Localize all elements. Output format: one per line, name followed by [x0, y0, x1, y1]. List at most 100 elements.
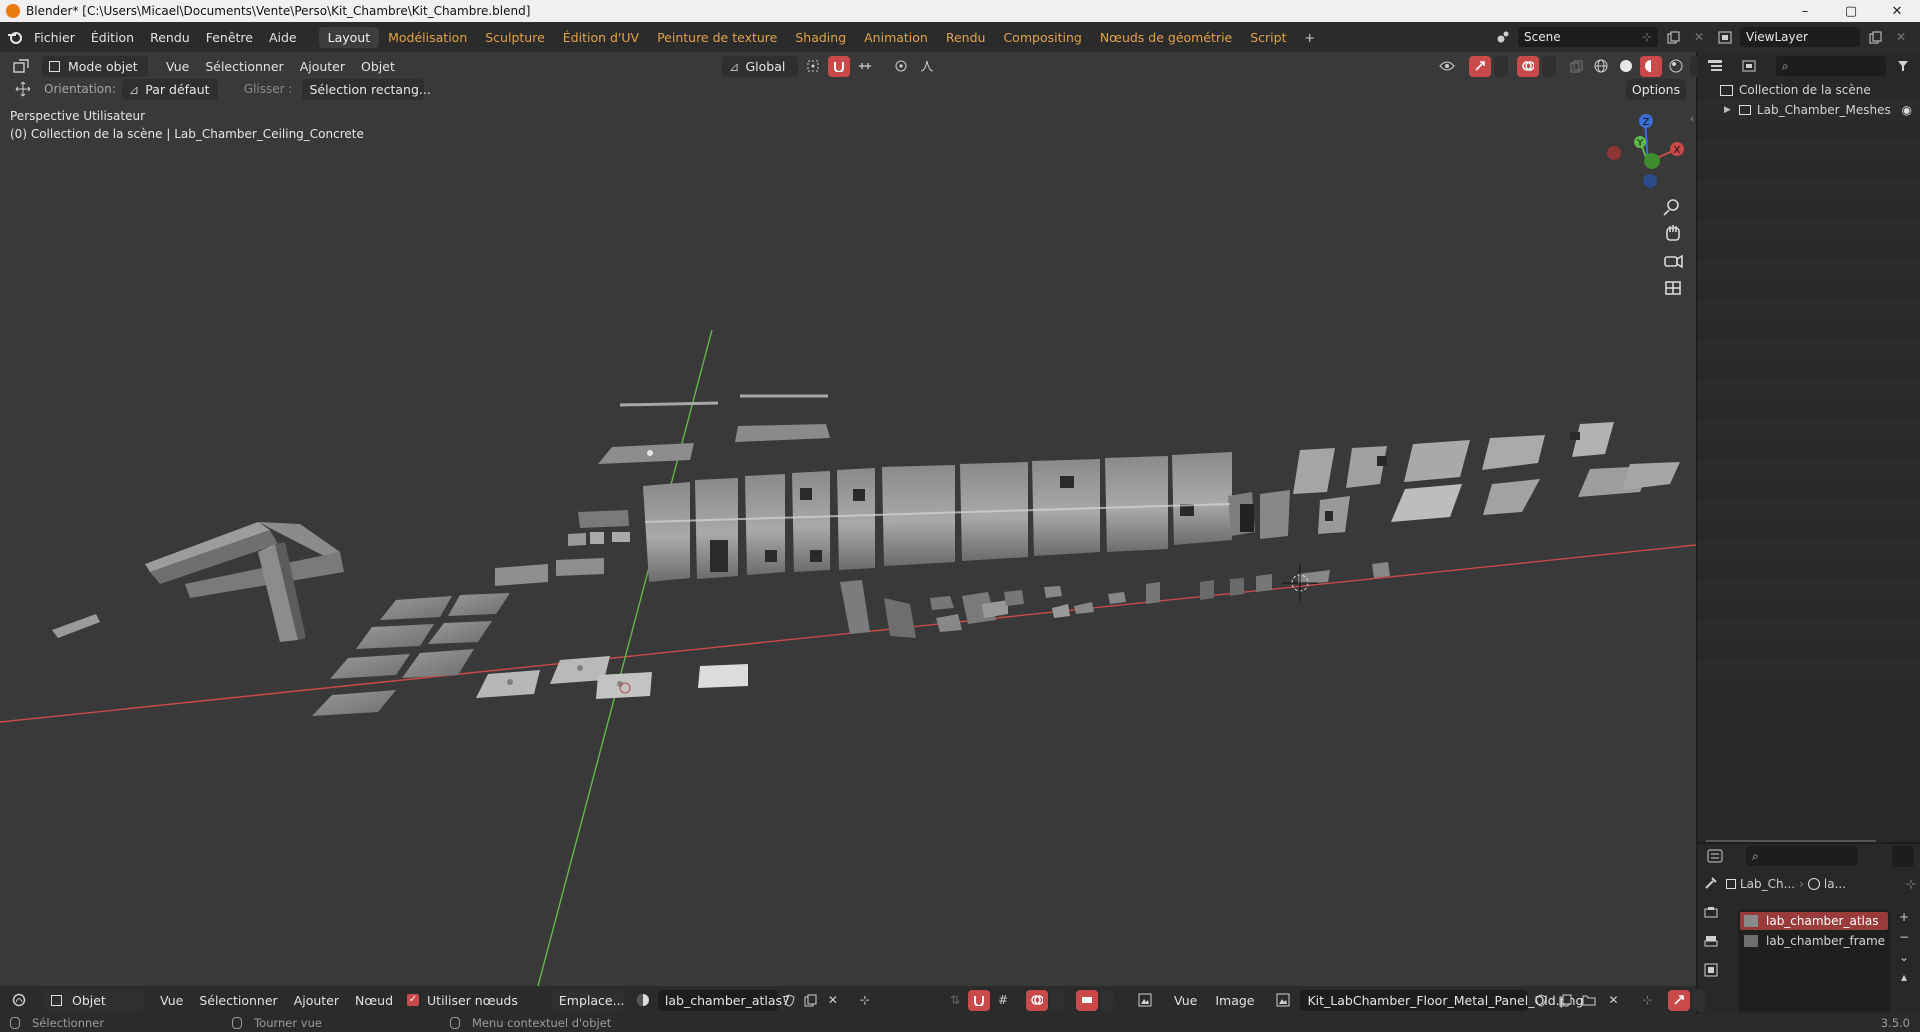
- proportional-editing-icon[interactable]: [890, 56, 912, 77]
- add-slot-button[interactable]: +: [1899, 910, 1909, 924]
- filter-icon[interactable]: [1892, 56, 1914, 77]
- properties-editor-icon[interactable]: [1704, 846, 1726, 867]
- render-tab-icon[interactable]: [1700, 901, 1722, 922]
- view-layer-tab-icon[interactable]: [1700, 959, 1722, 980]
- display-mode-icon[interactable]: [1738, 56, 1760, 77]
- 3d-viewport[interactable]: X Y Z ‹ Perspective Utilisateur (0) Coll…: [0, 52, 1696, 986]
- minimize-button[interactable]: –: [1782, 4, 1828, 19]
- breadcrumb-material[interactable]: la...: [1824, 877, 1846, 891]
- snap-toggle-icon[interactable]: [828, 55, 850, 77]
- prop-meshes[interactable]: [840, 562, 1390, 638]
- orientation-selector[interactable]: ⊿ Par défaut: [121, 78, 218, 100]
- properties-search-field[interactable]: ⌕: [1746, 846, 1858, 866]
- navigation-gizmo[interactable]: X Y Z: [1607, 114, 1684, 188]
- tab-scripting[interactable]: Script: [1241, 27, 1295, 48]
- node-menu-add[interactable]: Ajouter: [286, 993, 347, 1008]
- visibility-selectability-icon[interactable]: [1436, 56, 1458, 77]
- tab-sculpting[interactable]: Sculpture: [476, 27, 554, 48]
- ortho-grid-icon[interactable]: [1665, 281, 1681, 295]
- rendered-shading-icon[interactable]: [1665, 56, 1687, 77]
- uv-overlays-dropdown-icon[interactable]: [1050, 989, 1064, 1011]
- menu-help[interactable]: Aide: [261, 30, 305, 45]
- remove-slot-button[interactable]: −: [1899, 930, 1909, 944]
- sidebar-toggle-icon[interactable]: ‹: [1690, 112, 1694, 125]
- menu-file[interactable]: Fichier: [26, 30, 83, 45]
- maximize-button[interactable]: ▢: [1828, 4, 1874, 19]
- tab-animation[interactable]: Animation: [855, 27, 937, 48]
- viewport-menu-object[interactable]: Objet: [353, 59, 403, 74]
- zoom-icon[interactable]: [1663, 199, 1679, 216]
- wireframe-shading-icon[interactable]: [1590, 56, 1612, 77]
- uv-overlays-icon[interactable]: [1026, 989, 1048, 1011]
- expand-arrow-icon[interactable]: ▶: [1724, 105, 1731, 115]
- uv-snap-target-icon[interactable]: #: [992, 990, 1014, 1011]
- move-slot-up-button[interactable]: ▴: [1901, 970, 1907, 984]
- image-menu-view[interactable]: Vue: [1166, 993, 1205, 1008]
- snap-target-icon[interactable]: [854, 56, 876, 77]
- tab-texture-paint[interactable]: Peinture de texture: [648, 27, 786, 48]
- image-browse-icon[interactable]: [1272, 990, 1294, 1011]
- breadcrumb-object[interactable]: Lab_Ch...: [1740, 877, 1795, 891]
- tab-uv-editing[interactable]: Édition d'UV: [554, 27, 648, 48]
- tab-compositing[interactable]: Compositing: [994, 27, 1090, 48]
- camera-view-icon[interactable]: [1664, 254, 1683, 269]
- tool-tab-icon[interactable]: [1700, 872, 1722, 893]
- menu-render[interactable]: Rendu: [142, 30, 198, 45]
- gizmo-dropdown-icon[interactable]: [1692, 989, 1707, 1011]
- slot-menu-button[interactable]: ⌄: [1899, 950, 1909, 964]
- slot-selector[interactable]: Emplace...: [551, 989, 625, 1011]
- 3d-cursor[interactable]: [1282, 565, 1318, 601]
- use-nodes-checkbox[interactable]: ✓: [407, 994, 420, 1006]
- eye-visibility-icon[interactable]: ◉: [1902, 103, 1912, 117]
- drag-selector[interactable]: Sélection rectang...: [302, 78, 431, 100]
- material-slot-item[interactable]: lab_chamber_frame: [1740, 932, 1888, 950]
- xray-toggle-icon[interactable]: [1565, 56, 1587, 77]
- blender-menu-icon[interactable]: [4, 27, 26, 48]
- material-preview-shading-icon[interactable]: [1640, 55, 1662, 77]
- add-workspace-button[interactable]: +: [1296, 27, 1324, 48]
- node-menu-view[interactable]: Vue: [152, 993, 191, 1008]
- uv-sync-icon[interactable]: ⇅: [944, 990, 966, 1011]
- open-image-icon[interactable]: [1578, 990, 1600, 1011]
- outliner-editor-icon[interactable]: [1704, 56, 1726, 77]
- new-view-layer-icon[interactable]: [1864, 27, 1886, 48]
- viewport-menu-view[interactable]: Vue: [158, 59, 197, 74]
- new-scene-icon[interactable]: [1662, 27, 1684, 48]
- tab-modeling[interactable]: Modélisation: [379, 27, 476, 48]
- new-image-icon[interactable]: [1554, 990, 1576, 1011]
- pin-icon[interactable]: ⊹: [854, 990, 876, 1011]
- image-menu-image[interactable]: Image: [1207, 993, 1262, 1008]
- material-slot-item[interactable]: lab_chamber_atlas: [1740, 912, 1888, 930]
- tab-rendering[interactable]: Rendu: [937, 27, 995, 48]
- menu-window[interactable]: Fenêtre: [198, 30, 261, 45]
- duplicate-material-icon[interactable]: [800, 990, 822, 1011]
- unlink-material-icon[interactable]: ✕: [822, 990, 844, 1011]
- pin-icon[interactable]: ⊹: [1642, 30, 1652, 44]
- uv-display-icon[interactable]: [1076, 989, 1098, 1011]
- show-gizmo-icon[interactable]: [1469, 55, 1491, 77]
- outliner-search-field[interactable]: ⌕: [1776, 56, 1886, 76]
- unlink-image-icon[interactable]: ✕: [1602, 990, 1624, 1011]
- image-editor-type-icon[interactable]: [1134, 990, 1156, 1011]
- scene-selector[interactable]: Scene ⊹: [1518, 27, 1658, 47]
- viewport-menu-add[interactable]: Ajouter: [292, 59, 353, 74]
- output-tab-icon[interactable]: [1700, 930, 1722, 951]
- options-dropdown[interactable]: Options: [1626, 78, 1686, 100]
- outliner-row-lab-chamber-meshes[interactable]: ▶ Lab_Chamber_Meshes ◉: [1698, 100, 1920, 120]
- gizmo-toggle-icon[interactable]: [1668, 989, 1691, 1011]
- tab-shading[interactable]: Shading: [786, 27, 855, 48]
- material-name-field[interactable]: lab_chamber_atlas 7: [657, 989, 790, 1011]
- gizmo-dropdown-icon[interactable]: [1494, 55, 1508, 77]
- delete-scene-icon[interactable]: ✕: [1688, 27, 1710, 48]
- ceiling-beam-meshes[interactable]: [52, 522, 344, 642]
- pan-hand-icon[interactable]: [1666, 225, 1680, 241]
- delete-view-layer-icon[interactable]: ✕: [1890, 27, 1912, 48]
- menu-edit[interactable]: Édition: [83, 30, 142, 45]
- falloff-curve-icon[interactable]: [916, 56, 938, 77]
- shader-editor-type-icon[interactable]: [8, 990, 30, 1011]
- overlays-dropdown-icon[interactable]: [1542, 55, 1556, 77]
- uv-display-dropdown-icon[interactable]: [1100, 989, 1114, 1011]
- image-name-field[interactable]: Kit_LabChamber_Floor_Metal_Panel_Old.png: [1300, 989, 1583, 1011]
- shader-type-selector[interactable]: Objet: [44, 989, 144, 1011]
- node-menu-select[interactable]: Sélectionner: [191, 993, 285, 1008]
